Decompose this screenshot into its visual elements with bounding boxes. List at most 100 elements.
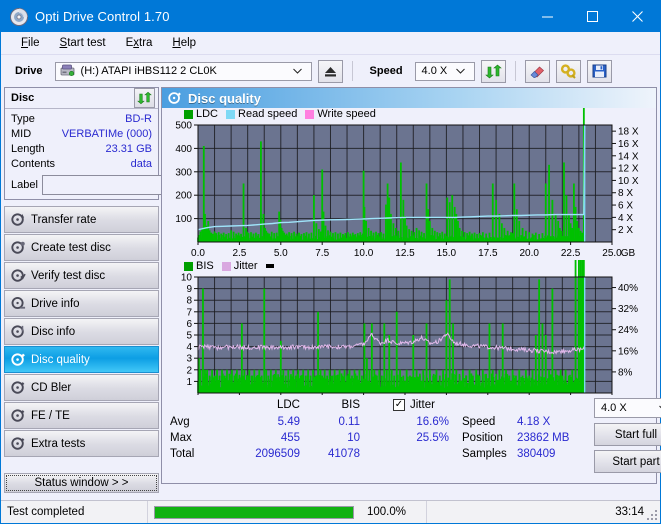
svg-text:9: 9 [186,284,192,295]
sidebar-item-drive-info[interactable]: Drive info [4,290,159,317]
jitter-label: Jitter [410,399,435,411]
bis-chart-svg: 123456789108%16%24%32%40%0.02.55.07.510.… [181,260,638,410]
svg-text:3: 3 [186,354,192,365]
test-speed-value: 4.0 X [601,402,627,414]
svg-text:4 X: 4 X [618,213,633,224]
disc-row-value: BD-R [125,113,152,125]
disc-row-value: VERBATIMe (000) [61,128,152,140]
svg-text:18 X: 18 X [618,127,639,138]
svg-text:32%: 32% [618,304,638,315]
legend-item-ldc: LDC [184,108,218,120]
chevron-down-icon[interactable] [292,68,309,74]
sidebar-item-label: CD Bler [31,381,72,394]
minimize-button[interactable] [525,1,570,32]
resize-grip[interactable] [646,509,658,521]
svg-text:25.0: 25.0 [602,248,622,259]
svg-text:7: 7 [186,307,192,318]
drive-label: Drive [15,65,43,77]
sidebar-item-label: Create test disc [31,241,111,254]
menu-bar: File Start test Extra Help [1,32,660,55]
sidebar-item-label: Disc info [31,325,76,338]
speed-label: Speed [369,65,403,77]
status-message: Test completed [7,506,85,518]
save-button[interactable] [586,59,612,83]
drive-value: (H:) ATAPI iHBS112 2 CL0K [80,65,217,77]
elapsed-time: 33:14 [615,506,644,518]
disc-label-row: Label [11,175,246,195]
svg-text:12.5: 12.5 [395,248,415,259]
start-part-button[interactable]: Start part [594,450,661,473]
disc-row-length: Length 23.31 GB [11,142,152,157]
progress-percent: 100.0% [367,506,407,518]
disc-row-value: data [130,158,152,170]
speed-select[interactable]: 4.0 X [414,61,475,81]
legend-label: Read speed [238,108,298,120]
svg-text:14 X: 14 X [618,151,639,162]
eject-button[interactable] [317,59,343,83]
erase-button[interactable] [524,59,550,83]
menu-file[interactable]: File [11,35,50,51]
legend-swatch-marker [265,264,274,268]
svg-text:22.5: 22.5 [561,248,581,259]
jitter-checkbox[interactable]: ✓ [393,399,405,411]
menu-start-test[interactable]: Start test [50,35,116,51]
stats-col-bis: BIS [341,399,360,411]
svg-text:7.5: 7.5 [315,248,329,259]
refresh-speed-button[interactable] [480,59,506,83]
svg-text:2.5: 2.5 [232,248,246,259]
chevron-down-icon[interactable] [455,68,472,74]
menu-help[interactable]: Help [162,35,206,51]
disc-bler-icon [5,380,31,395]
svg-text:16%: 16% [618,346,638,357]
start-full-button[interactable]: Start full [594,423,661,446]
tools-button[interactable] [555,59,581,83]
ldc-chart-svg: 1002003004005002 X4 X6 X8 X10 X12 X14 X1… [175,108,639,259]
disc-verify-icon [5,268,31,283]
stats-row-total-bis: 41078 [328,448,360,460]
disc-quality-icon [5,352,31,367]
stats-row-avg-bis: 0.11 [338,416,360,428]
svg-text:400: 400 [175,144,192,155]
menu-extra[interactable]: Extra [116,35,163,51]
svg-text:GB: GB [621,248,636,259]
ldc-chart: LDC Read speed Write speed 100 200 300 400 5… [162,108,656,261]
sidebar-item-extra-tests[interactable]: Extra tests [4,430,159,457]
sidebar-item-transfer-rate[interactable]: Transfer rate [4,206,159,233]
disc-row-contents: Contents data [11,157,152,172]
svg-text:2: 2 [186,365,192,376]
nav-list: Transfer rate Create test disc Verify te… [4,206,159,493]
disc-refresh-button[interactable] [134,88,155,108]
window-controls [525,1,660,32]
legend-swatch [226,109,236,119]
sidebar-item-disc-info[interactable]: Disc info [4,318,159,345]
svg-text:500: 500 [175,121,192,132]
sidebar-item-cd-bler[interactable]: CD Bler [4,374,159,401]
sidebar-item-verify-test-disc[interactable]: Verify test disc [4,262,159,289]
svg-text:15.0: 15.0 [437,248,457,259]
test-speed-select[interactable]: 4.0 X [594,398,661,418]
sidebar-item-disc-quality[interactable]: Disc quality [4,346,159,373]
svg-text:100: 100 [175,214,192,225]
jitter-toggle[interactable]: ✓ Jitter [393,399,435,411]
close-button[interactable] [615,1,660,32]
sidebar-item-label: Verify test disc [31,269,106,282]
disc-row-key: Type [11,113,35,125]
drive-select[interactable]: (H:) ATAPI iHBS112 2 CL0K [54,61,312,81]
sidebar-item-fe-te[interactable]: FE / TE [4,402,159,429]
svg-text:200: 200 [175,191,192,202]
disc-fete-icon [5,408,31,423]
app-icon [9,7,29,27]
legend-label: Jitter [233,260,258,272]
legend-swatch [184,261,193,271]
sidebar-item-create-test-disc[interactable]: Create test disc [4,234,159,261]
sidebar-item-label: Drive info [31,297,80,310]
maximize-button[interactable] [570,1,615,32]
svg-text:6: 6 [186,319,192,330]
legend-label: BIS [196,260,214,272]
legend-swatch [184,109,193,119]
speed-value: 4.0 X [421,65,448,77]
svg-text:10 X: 10 X [618,176,639,187]
disc-info-rows: Type BD-R MID VERBATIMe (000) Length 23.… [5,109,246,199]
status-window-button[interactable]: Status window > > [4,473,159,493]
